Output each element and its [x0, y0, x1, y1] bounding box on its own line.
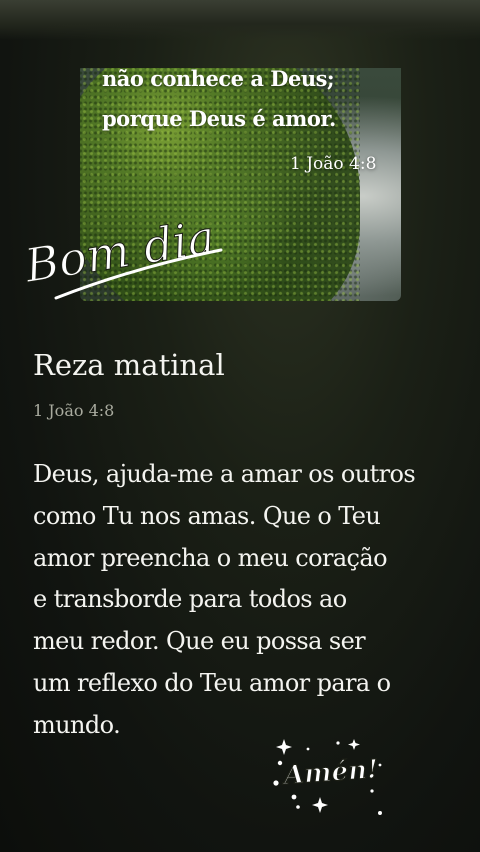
hero-verse-line-1: não conhece a Deus; — [102, 68, 335, 91]
prayer-text: Deus, ajuda-me a amar os outros como Tu … — [33, 454, 463, 747]
prayer-line: Deus, ajuda-me a amar os outros — [33, 460, 416, 488]
amen-sticker[interactable]: Amén! — [268, 735, 388, 819]
prayer-line: como Tu nos amas. Que o Teu — [33, 501, 381, 530]
amen-text: Amén! — [280, 755, 379, 792]
prayer-line: um reflexo do Teu amor para o — [33, 668, 391, 697]
prayer-line: mundo. — [33, 710, 121, 739]
prayer-line: amor preencha o meu coração — [33, 543, 388, 572]
bom-dia-text: Bom dia — [20, 210, 218, 293]
post-reference: 1 João 4:8 — [33, 401, 115, 420]
prayer-line: meu redor. Que eu possa ser — [33, 627, 366, 656]
top-blurred-background — [0, 0, 480, 40]
hero-verse-reference: 1 João 4:8 — [290, 154, 377, 174]
hero-verse-line-2: porque Deus é amor. — [102, 106, 336, 131]
bom-dia-greeting: Bom dia — [16, 195, 226, 305]
post-title: Reza matinal — [33, 348, 225, 382]
prayer-line: e transborde para todos ao — [33, 585, 347, 614]
